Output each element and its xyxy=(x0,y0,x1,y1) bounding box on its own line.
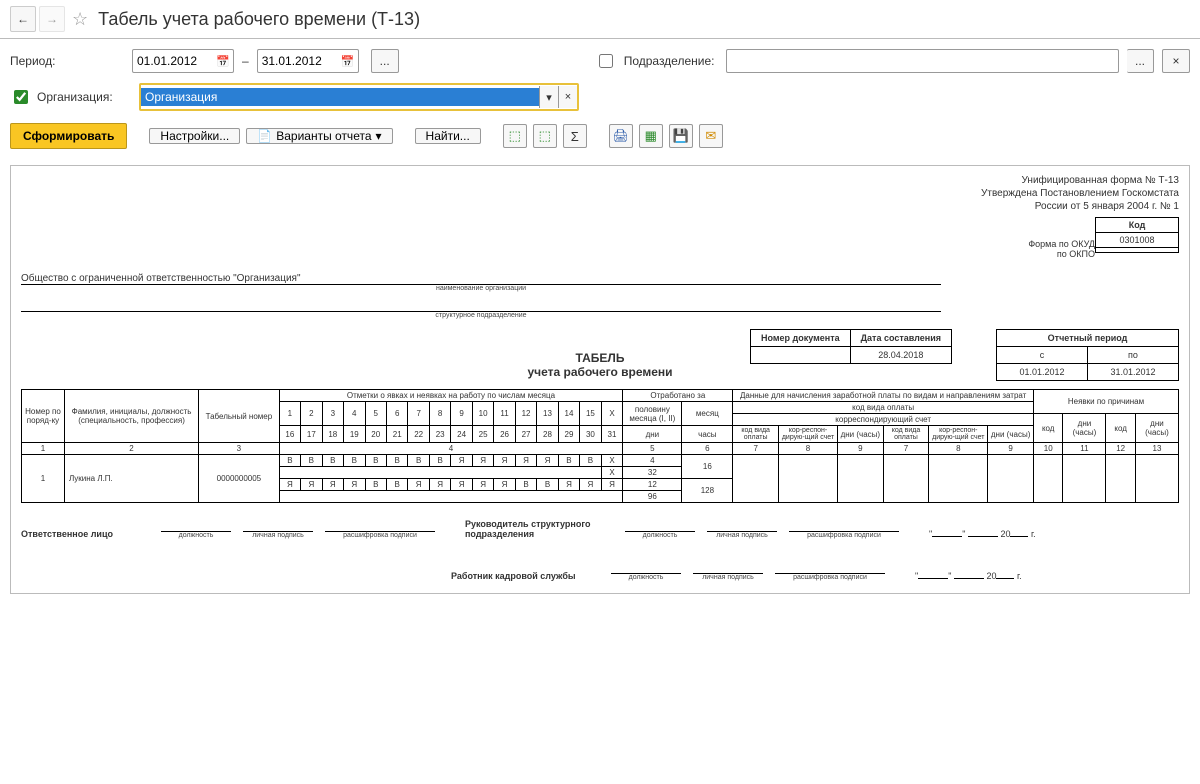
dept-caption: структурное подразделение xyxy=(21,312,941,319)
organization-label: Организация: xyxy=(37,90,129,104)
hr-label: Работник кадровой службы xyxy=(451,571,581,581)
spreadsheet-icon[interactable]: ▦ xyxy=(639,124,663,148)
print-icon[interactable]: 🖨 xyxy=(609,124,633,148)
report-variants-label: Варианты отчета xyxy=(276,129,371,143)
calendar-icon[interactable]: 📅 xyxy=(338,55,358,68)
department-input-wrap[interactable] xyxy=(726,49,1119,73)
favorite-icon[interactable]: ☆ xyxy=(72,9,88,30)
find-button[interactable]: Найти... xyxy=(415,128,481,144)
period-to-input[interactable]: 📅 xyxy=(257,49,359,73)
settings-button[interactable]: Настройки... xyxy=(149,128,240,144)
organization-input-wrap[interactable]: ▾ × xyxy=(139,83,579,111)
save-icon[interactable]: 💾 xyxy=(669,124,693,148)
doc-number-table: Номер документаДата составления 28.04.20… xyxy=(750,329,952,364)
period-label: Период: xyxy=(10,54,120,68)
generate-button[interactable]: Сформировать xyxy=(10,123,127,149)
nav-back-button[interactable]: ← xyxy=(10,6,36,32)
org-full-name: Общество с ограниченной ответственностью… xyxy=(21,273,941,285)
department-checkbox[interactable] xyxy=(599,54,613,68)
period-from-field[interactable] xyxy=(133,52,213,70)
nav-forward-button[interactable]: → xyxy=(39,6,65,32)
page-title: Табель учета рабочего времени (Т-13) xyxy=(98,9,420,30)
approval-line3: России от 5 января 2004 г. № 1 xyxy=(21,200,1179,213)
organization-dropdown-button[interactable]: ▾ xyxy=(539,86,558,108)
collapse-icon[interactable]: ⬚ xyxy=(533,124,557,148)
approval-line1: Унифицированная форма № Т-13 xyxy=(21,174,1179,187)
report-variants-button[interactable]: 📄Варианты отчета ▾ xyxy=(246,128,392,144)
period-from-input[interactable]: 📅 xyxy=(132,49,234,73)
chief-label: Руководитель структурного подразделения xyxy=(465,519,595,539)
period-dash: – xyxy=(242,54,249,68)
sum-icon[interactable]: Σ xyxy=(563,124,587,148)
mail-icon[interactable]: ✉ xyxy=(699,124,723,148)
department-input[interactable] xyxy=(727,52,1118,70)
organization-checkbox[interactable] xyxy=(14,90,28,104)
period-more-button[interactable]: ... xyxy=(371,49,399,73)
report-pane: Унифицированная форма № Т-13 Утверждена … xyxy=(10,165,1190,594)
org-caption: наименование организации xyxy=(21,285,941,292)
period-to-field[interactable] xyxy=(258,52,338,70)
department-more-button[interactable]: ... xyxy=(1127,49,1154,73)
department-label: Подразделение: xyxy=(624,54,715,68)
organization-input[interactable] xyxy=(141,88,539,106)
okud-label: Форма по ОКУД xyxy=(1028,239,1095,249)
report-period-table: Отчетный период спо 01.01.201231.01.2012 xyxy=(996,329,1179,381)
calendar-icon[interactable]: 📅 xyxy=(213,55,233,68)
okpo-label: по ОКПО xyxy=(1057,249,1095,259)
responsible-label: Ответственное лицо xyxy=(21,529,131,539)
timesheet-grid: Номер по поряд-ку Фамилия, инициалы, дол… xyxy=(21,389,1179,503)
approval-line2: Утверждена Постановлением Госкомстата xyxy=(21,187,1179,200)
expand-icon[interactable]: ⬚ xyxy=(503,124,527,148)
organization-clear-button[interactable]: × xyxy=(558,86,577,108)
code-table: Код 0301008 xyxy=(1095,217,1179,253)
department-clear-button[interactable]: × xyxy=(1162,49,1190,73)
